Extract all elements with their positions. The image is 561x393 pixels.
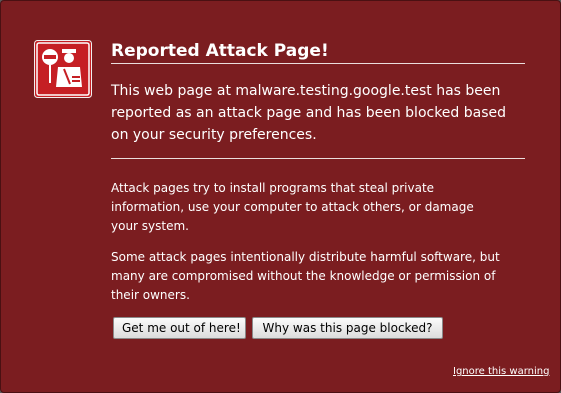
details-paragraph-2: Some attack pages intentionally distribu…	[111, 250, 500, 302]
intro-divider	[111, 158, 525, 159]
title-divider	[111, 63, 525, 64]
intro-text: This web page at malware.testing.google.…	[111, 83, 507, 143]
attack-warning-icon	[34, 40, 92, 98]
ignore-warning-link[interactable]: Ignore this warning	[453, 366, 549, 377]
attack-warning-panel: Reported Attack Page! This web page at m…	[0, 0, 561, 393]
page-title: Reported Attack Page!	[111, 41, 329, 61]
details-paragraph-1: Attack pages try to install programs tha…	[111, 181, 474, 233]
get-me-out-button[interactable]: Get me out of here!	[113, 317, 246, 339]
why-blocked-button[interactable]: Why was this page blocked?	[252, 317, 443, 339]
